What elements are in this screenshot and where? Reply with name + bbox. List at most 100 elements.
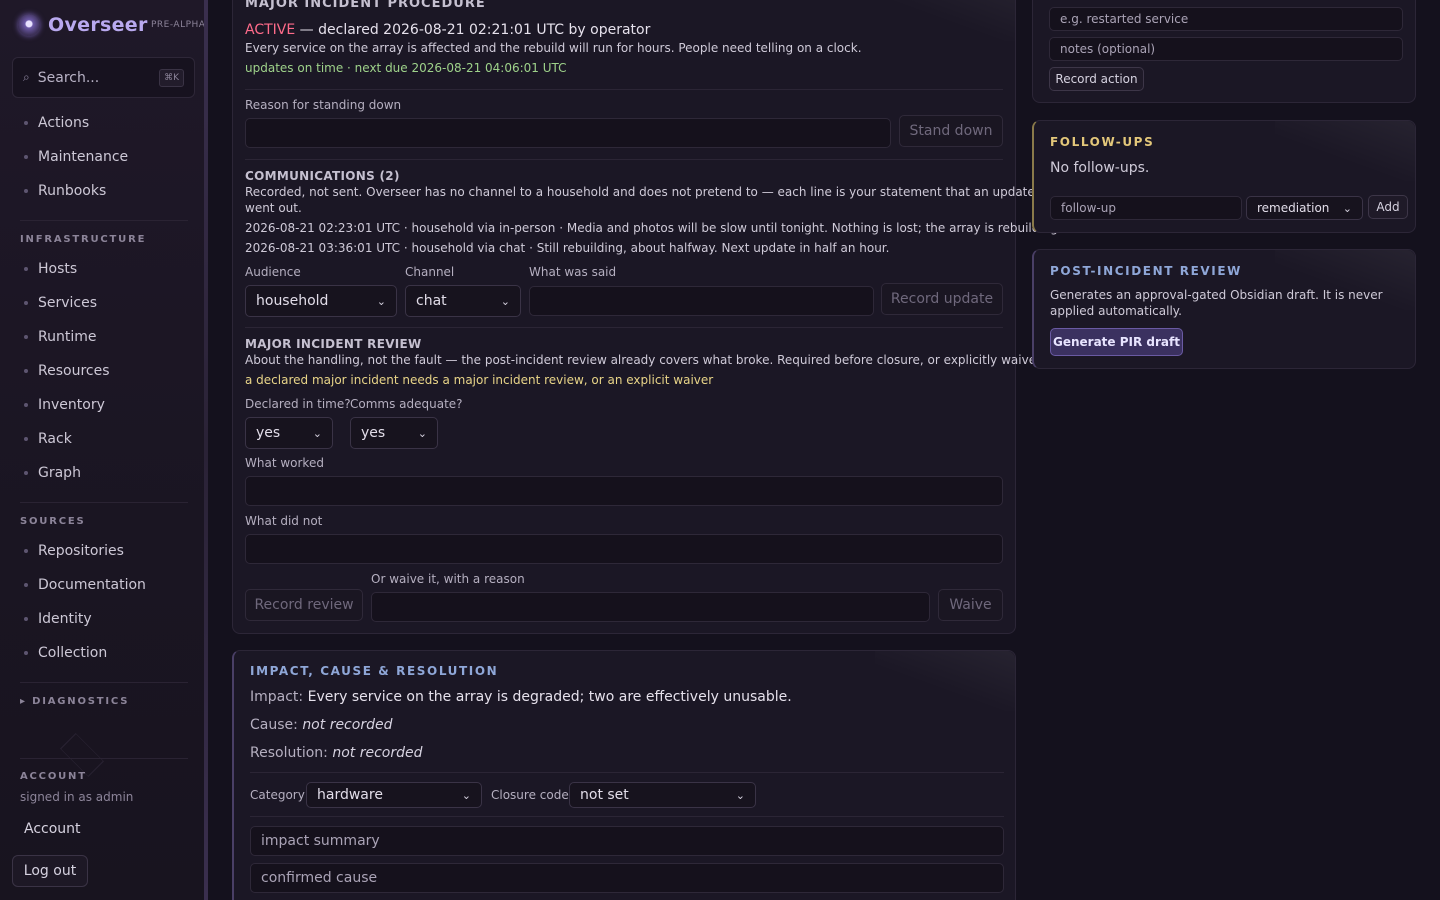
follow-ups-panel: FOLLOW-UPS No follow-ups. follow-up reme… <box>1032 120 1416 233</box>
follow-up-type-select[interactable]: remediation ⌄ <box>1246 196 1363 220</box>
channel-label: Channel <box>405 265 455 279</box>
shortcut-badge: ⌘K <box>159 68 184 87</box>
audience-label: Audience <box>245 265 301 279</box>
search-placeholder: Search... <box>37 69 100 86</box>
comms-line: 2026-08-21 02:23:01 UTC · household via … <box>245 221 1062 235</box>
brand-name: Overseer <box>48 14 148 36</box>
bullet-icon <box>24 121 28 125</box>
sidebar-item-hosts[interactable]: Hosts <box>24 258 77 280</box>
audience-select[interactable]: household ⌄ <box>245 285 397 317</box>
add-follow-up-button[interactable]: Add <box>1368 195 1408 219</box>
status-declared: — declared 2026-08-21 02:21:01 UTC by op… <box>295 22 651 38</box>
pre-alpha-badge: PRE-ALPHA <box>151 20 206 30</box>
divider <box>250 772 1004 773</box>
stand-down-reason-input[interactable] <box>245 118 891 148</box>
resolution-line: Resolution: not recorded <box>250 745 423 761</box>
bullet-icon <box>24 155 28 159</box>
divider <box>20 220 188 221</box>
declared-in-time-label: Declared in time? <box>245 397 351 411</box>
what-was-said-input[interactable] <box>529 286 874 316</box>
divider <box>245 159 1003 160</box>
divider <box>245 89 1003 90</box>
sidebar-item-documentation[interactable]: Documentation <box>24 574 146 596</box>
what-did-not-input[interactable] <box>245 534 1003 564</box>
account-link[interactable]: Account <box>24 821 81 837</box>
follow-ups-empty: No follow-ups. <box>1050 160 1150 176</box>
sidebar-item-runbooks[interactable]: Runbooks <box>24 180 106 202</box>
section-diagnostics[interactable]: ▸ DIAGNOSTICS <box>20 696 129 707</box>
record-update-button[interactable]: Record update <box>881 283 1003 315</box>
search-icon: ⌕ <box>23 70 30 84</box>
record-action-button[interactable]: Record action <box>1049 67 1144 91</box>
closure-code-label: Closure code <box>491 788 569 802</box>
what-worked-label: What worked <box>245 456 324 470</box>
actions-panel: e.g. restarted service notes (optional) … <box>1032 0 1416 103</box>
cause-line: Cause: not recorded <box>250 717 393 733</box>
bullet-icon <box>24 583 28 587</box>
pir-title: POST-INCIDENT REVIEW <box>1050 264 1243 278</box>
chevron-down-icon: ⌄ <box>312 426 322 440</box>
divider <box>20 758 188 759</box>
impact-summary-input[interactable]: impact summary <box>250 826 1004 856</box>
notes-input[interactable]: notes (optional) <box>1049 37 1403 61</box>
chevron-down-icon: ⌄ <box>1342 201 1352 215</box>
bullet-icon <box>24 189 28 193</box>
category-select[interactable]: hardware ⌄ <box>306 782 482 808</box>
bullet-icon <box>24 369 28 373</box>
divider <box>245 327 1003 328</box>
action-input[interactable]: e.g. restarted service <box>1049 7 1403 31</box>
waive-reason-input[interactable] <box>371 592 930 622</box>
sidebar-item-actions[interactable]: Actions <box>24 112 89 134</box>
brand[interactable]: Overseer <box>18 14 148 36</box>
closure-code-select[interactable]: not set ⌄ <box>569 782 756 808</box>
comms-description-2: went out. <box>245 201 302 215</box>
comms-line: 2026-08-21 03:36:01 UTC · household via … <box>245 241 890 255</box>
generate-pir-button[interactable]: Generate PIR draft <box>1050 328 1183 356</box>
sidebar-item-inventory[interactable]: Inventory <box>24 394 105 416</box>
bullet-icon <box>24 335 28 339</box>
what-did-not-label: What did not <box>245 514 323 528</box>
bullet-icon <box>24 471 28 475</box>
divider <box>20 682 188 683</box>
stand-down-button[interactable]: Stand down <box>899 115 1003 147</box>
logout-button[interactable]: Log out <box>12 855 88 887</box>
sidebar-item-collection[interactable]: Collection <box>24 642 107 664</box>
impact-title: IMPACT, CAUSE & RESOLUTION <box>250 664 499 678</box>
declared-in-time-select[interactable]: yes ⌄ <box>245 417 333 449</box>
review-title: MAJOR INCIDENT REVIEW <box>245 337 422 351</box>
chevron-down-icon: ⌄ <box>735 788 745 802</box>
chevron-down-icon: ⌄ <box>376 294 386 308</box>
bullet-icon <box>24 301 28 305</box>
chevron-down-icon: ⌄ <box>461 788 471 802</box>
sidebar-item-maintenance[interactable]: Maintenance <box>24 146 128 168</box>
record-review-button[interactable]: Record review <box>245 589 363 621</box>
divider <box>20 502 188 503</box>
confirmed-cause-input[interactable]: confirmed cause <box>250 863 1004 893</box>
section-infrastructure: INFRASTRUCTURE <box>20 234 147 245</box>
waive-button[interactable]: Waive <box>938 589 1003 621</box>
sidebar-item-graph[interactable]: Graph <box>24 462 81 484</box>
search-input[interactable]: ⌕ Search... ⌘K <box>12 57 195 98</box>
category-label: Category <box>250 788 305 802</box>
sidebar-item-identity[interactable]: Identity <box>24 608 92 630</box>
bullet-icon <box>24 403 28 407</box>
bullet-icon <box>24 267 28 271</box>
what-worked-input[interactable] <box>245 476 1003 506</box>
stand-down-label: Reason for standing down <box>245 98 402 112</box>
follow-up-input[interactable]: follow-up <box>1050 196 1242 220</box>
comms-adequate-select[interactable]: yes ⌄ <box>350 417 438 449</box>
channel-select[interactable]: chat ⌄ <box>405 285 521 317</box>
sidebar-item-rack[interactable]: Rack <box>24 428 72 450</box>
updates-status: updates on time · next due 2026-08-21 04… <box>245 61 567 75</box>
review-description: About the handling, not the fault — the … <box>245 353 1048 367</box>
sidebar-item-resources[interactable]: Resources <box>24 360 110 382</box>
sidebar-item-runtime[interactable]: Runtime <box>24 326 96 348</box>
sidebar-item-services[interactable]: Services <box>24 292 97 314</box>
chevron-down-icon: ⌄ <box>500 294 510 308</box>
comms-title: COMMUNICATIONS (2) <box>245 169 400 183</box>
comms-description-1: Recorded, not sent. Overseer has no chan… <box>245 185 1035 199</box>
section-sources: SOURCES <box>20 516 86 527</box>
sidebar-item-repositories[interactable]: Repositories <box>24 540 124 562</box>
said-label: What was said <box>529 265 617 279</box>
section-account: ACCOUNT <box>20 771 87 782</box>
